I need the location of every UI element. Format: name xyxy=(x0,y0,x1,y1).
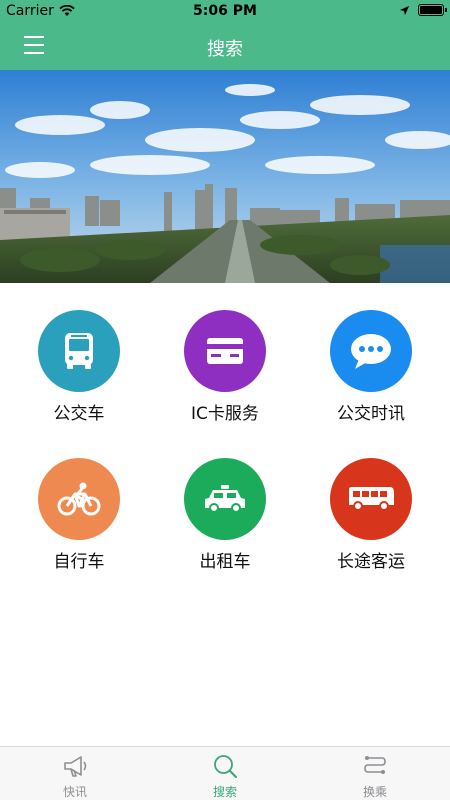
service-bus-label: 公交车 xyxy=(53,404,105,424)
service-bicycle-label: 自行车 xyxy=(53,552,105,572)
status-right xyxy=(399,4,447,16)
tab-transfer-label: 换乘 xyxy=(362,785,387,799)
page-title: 搜索 xyxy=(207,39,243,60)
battery-icon xyxy=(418,4,447,16)
tab-transfer[interactable]: 换乘 xyxy=(300,747,450,800)
service-taxi[interactable]: 出租车 xyxy=(150,431,300,572)
coach-bus-icon xyxy=(330,458,412,540)
bicycle-icon xyxy=(38,458,120,540)
status-time: 5:06 PM xyxy=(193,3,257,19)
service-bus-news-label: 公交时讯 xyxy=(337,404,405,424)
banner-image xyxy=(0,70,450,283)
taxi-icon xyxy=(184,458,266,540)
search-icon xyxy=(214,755,237,778)
tab-search[interactable]: 搜索 xyxy=(150,747,300,800)
service-bus-news[interactable]: 公交时讯 xyxy=(296,283,446,424)
transfer-icon xyxy=(364,756,386,774)
city-skyline-illustration xyxy=(0,70,450,283)
nav-bar: 搜索 xyxy=(0,22,450,70)
header: Carrier 5:06 PM 搜索 xyxy=(0,0,450,70)
chat-bubble-icon xyxy=(330,310,412,392)
tab-news[interactable]: 快讯 xyxy=(0,747,150,800)
tab-search-label: 搜索 xyxy=(212,785,237,799)
location-arrow-icon xyxy=(399,5,410,15)
service-taxi-label: 出租车 xyxy=(199,552,251,572)
service-coach[interactable]: 长途客运 xyxy=(296,431,446,572)
service-bicycle[interactable]: 自行车 xyxy=(4,431,154,572)
service-coach-label: 长途客运 xyxy=(337,552,405,572)
service-ic-card[interactable]: IC卡服务 xyxy=(150,283,300,424)
status-bar: Carrier 5:06 PM xyxy=(0,0,450,22)
service-ic-card-label: IC卡服务 xyxy=(191,404,259,424)
megaphone-icon xyxy=(64,756,87,777)
tab-news-label: 快讯 xyxy=(62,785,87,799)
service-bus[interactable]: 公交车 xyxy=(4,283,154,424)
tab-bar: 快讯 搜索 换乘 xyxy=(0,746,450,800)
bus-icon xyxy=(38,310,120,392)
card-icon xyxy=(184,310,266,392)
